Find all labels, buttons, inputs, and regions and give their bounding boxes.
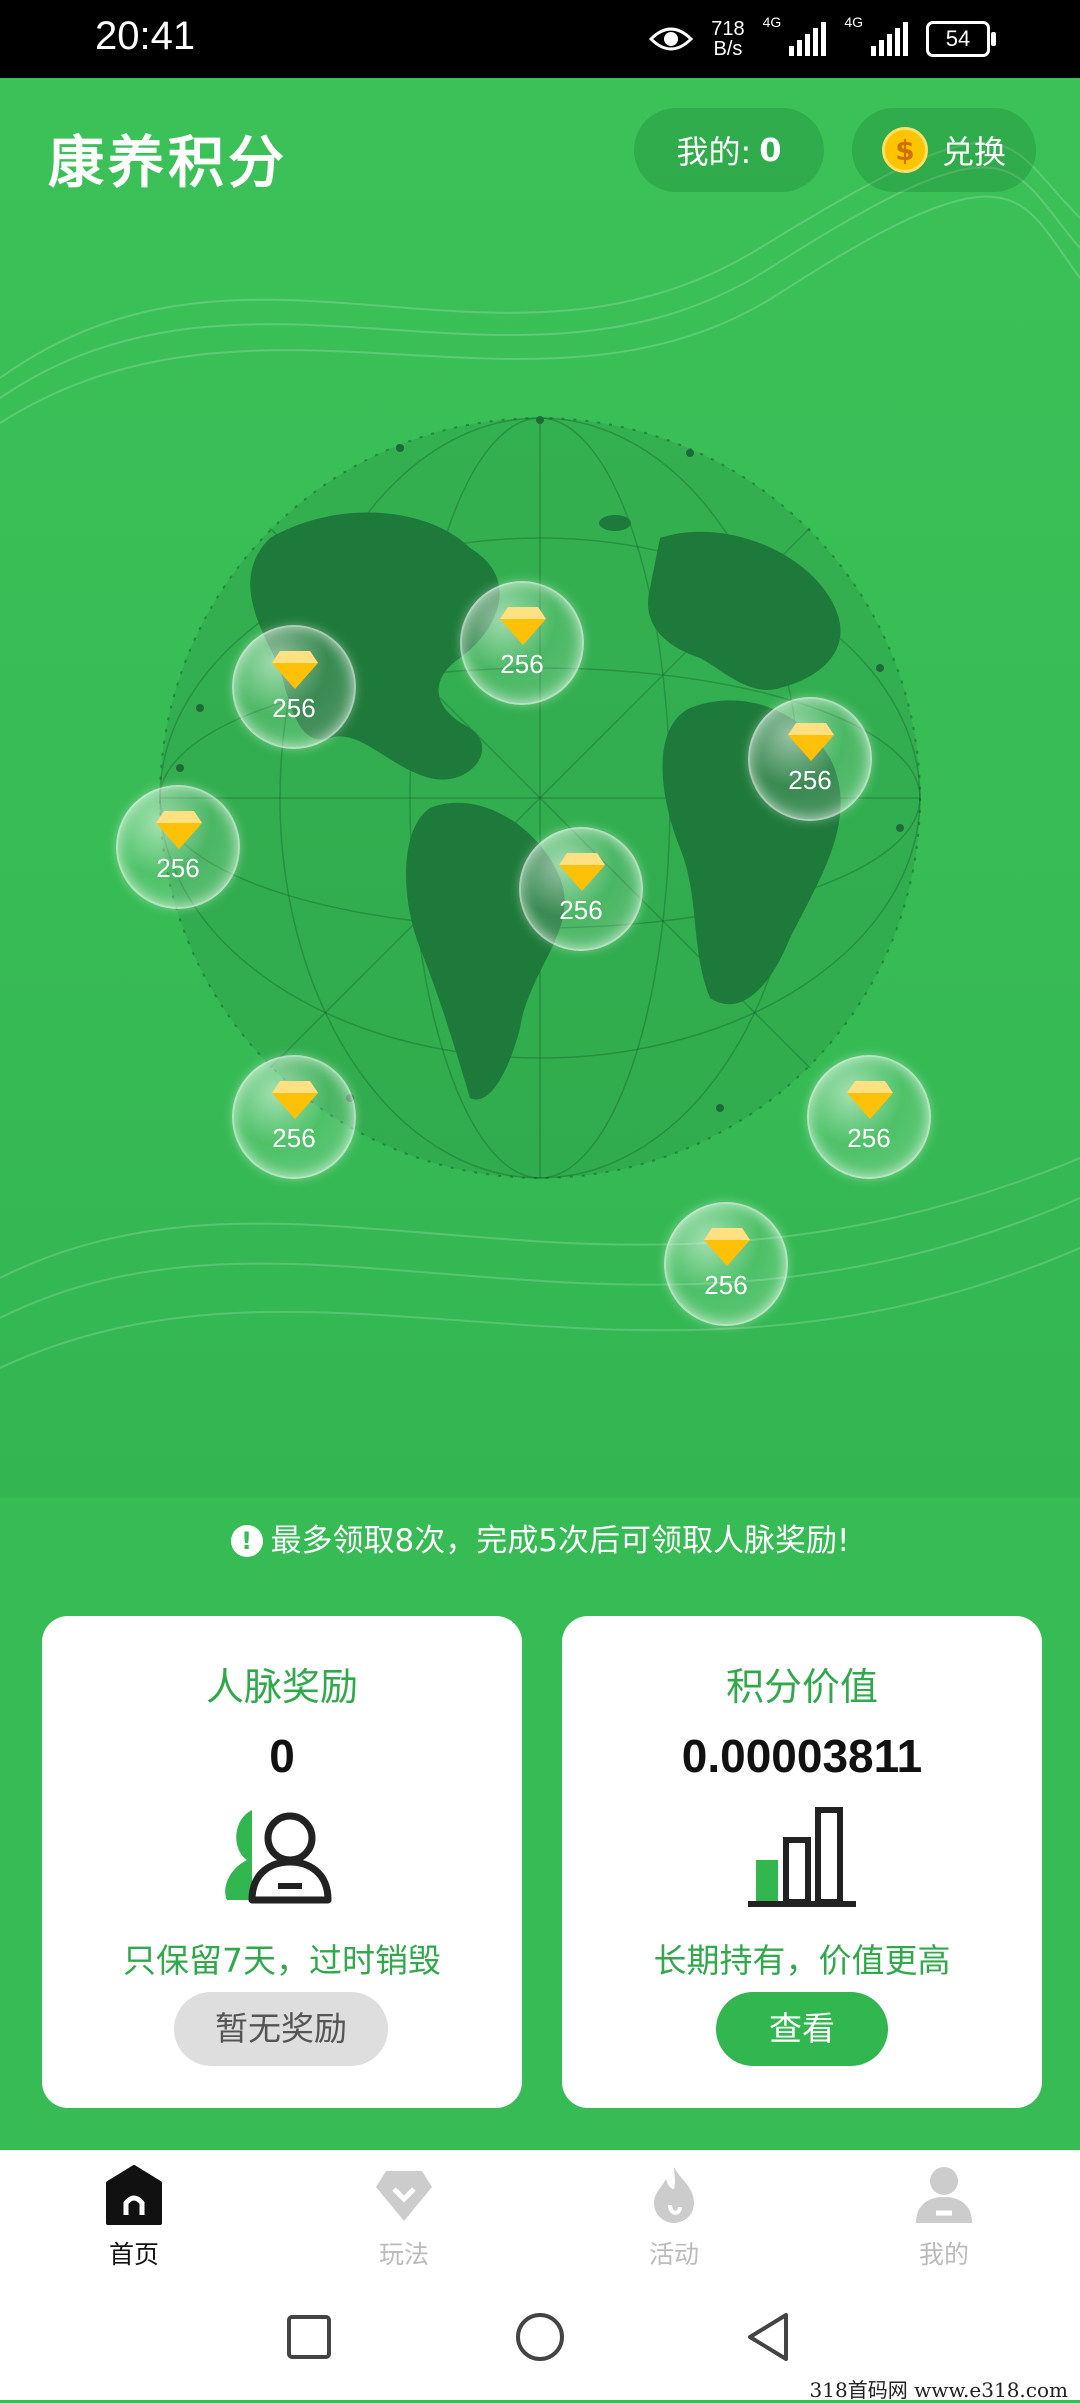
card-title: 人脉奖励 bbox=[205, 1665, 358, 1709]
status-icons: 718 B/s 4G 4G 54 bbox=[649, 14, 996, 64]
bar-chart-icon bbox=[748, 1807, 856, 1907]
signal-icon bbox=[871, 22, 908, 56]
tab-label: 首页 bbox=[108, 2240, 159, 2269]
tab-label: 玩法 bbox=[378, 2240, 429, 2269]
hero-area: 康养积分 我的: 0 $ 兑换 256 256 256 256 256 256 … bbox=[0, 78, 1080, 1498]
diamond-icon bbox=[704, 1228, 750, 1266]
points-value-card: 积分价值 0.00003811 长期持有，价值更高 查看 bbox=[562, 1616, 1042, 2108]
card-value: 0.00003811 bbox=[681, 1730, 923, 1782]
network-speed: 718 B/s bbox=[711, 19, 744, 59]
coin-icon: $ bbox=[881, 127, 928, 173]
reward-bubble[interactable]: 256 bbox=[519, 827, 643, 951]
no-reward-button[interactable]: 暂无奖励 bbox=[174, 1992, 388, 2066]
bubble-value: 256 bbox=[272, 1123, 316, 1153]
reward-bubble[interactable]: 256 bbox=[807, 1055, 931, 1179]
battery-icon: 54 bbox=[926, 21, 996, 57]
status-bar: 20:41 718 B/s 4G 4G 54 bbox=[0, 0, 1080, 78]
net-speed-unit: B/s bbox=[713, 38, 743, 60]
bubble-value: 256 bbox=[156, 853, 200, 883]
card-note: 只保留7天，过时销毁 bbox=[123, 1941, 441, 1980]
tab-activity[interactable]: 活动 bbox=[614, 2165, 734, 2271]
signal-icon bbox=[789, 22, 827, 56]
card-value: 0 bbox=[269, 1730, 295, 1782]
back-icon[interactable] bbox=[744, 2311, 792, 2363]
flame-icon bbox=[654, 2167, 694, 2223]
my-points-value: 0 bbox=[759, 131, 782, 169]
alert-icon: ! bbox=[230, 1525, 263, 1557]
diamond-icon bbox=[847, 1081, 893, 1119]
bubble-value: 256 bbox=[704, 1270, 748, 1300]
user-icon bbox=[225, 1810, 332, 1904]
exchange-label: 兑换 bbox=[941, 133, 1006, 171]
tab-home[interactable]: 首页 bbox=[74, 2165, 194, 2271]
network-reward-card: 人脉奖励 0 只保留7天，过时销毁 暂无奖励 bbox=[42, 1616, 522, 2108]
reward-bubble[interactable]: 256 bbox=[116, 785, 240, 909]
reward-bubble[interactable]: 256 bbox=[748, 697, 872, 821]
bubble-value: 256 bbox=[272, 693, 316, 723]
sim2-type: 4G bbox=[844, 14, 863, 30]
status-time: 20:41 bbox=[95, 14, 196, 58]
my-points-label: 我的: bbox=[676, 133, 752, 171]
tab-label: 我的 bbox=[918, 2240, 969, 2269]
card-title: 积分价值 bbox=[725, 1665, 878, 1709]
bottom-tab-bar: 首页 玩法 活动 我的 bbox=[0, 2150, 1080, 2279]
tab-mine[interactable]: 我的 bbox=[884, 2165, 1004, 2271]
home-nav-icon[interactable] bbox=[514, 2311, 566, 2363]
home-icon bbox=[106, 2165, 162, 2225]
diamond-icon bbox=[788, 723, 834, 761]
reward-bubble[interactable]: 256 bbox=[460, 581, 584, 705]
page-title: 康养积分 bbox=[48, 131, 288, 196]
diamond-icon bbox=[272, 651, 318, 689]
diamond-icon bbox=[500, 607, 546, 645]
user-icon bbox=[916, 2167, 972, 2223]
exchange-button[interactable]: $ 兑换 bbox=[852, 108, 1036, 192]
diamond-icon bbox=[376, 2171, 432, 2221]
view-button[interactable]: 查看 bbox=[716, 1992, 888, 2066]
reward-bubble[interactable]: 256 bbox=[232, 625, 356, 749]
reward-bubble[interactable]: 256 bbox=[232, 1055, 356, 1179]
diamond-icon bbox=[272, 1081, 318, 1119]
watermark: 318首码网 www.e318.com bbox=[809, 2378, 1068, 2402]
my-points-button[interactable]: 我的: 0 bbox=[634, 108, 824, 192]
recents-icon[interactable] bbox=[285, 2313, 333, 2361]
bubble-value: 256 bbox=[847, 1123, 891, 1153]
eye-icon bbox=[649, 27, 694, 51]
tab-gameplay[interactable]: 玩法 bbox=[344, 2165, 464, 2271]
bubble-value: 256 bbox=[788, 765, 832, 795]
sim1-type: 4G bbox=[762, 14, 782, 30]
reward-bubble[interactable]: 256 bbox=[664, 1202, 788, 1326]
diamond-icon bbox=[559, 853, 605, 891]
bubble-value: 256 bbox=[559, 895, 603, 925]
diamond-icon bbox=[156, 811, 202, 849]
tab-label: 活动 bbox=[648, 2240, 699, 2269]
notice-message: 最多领取8次，完成5次后可领取人脉奖励! bbox=[270, 1523, 850, 1559]
net-speed-value: 718 bbox=[711, 18, 745, 40]
bubble-value: 256 bbox=[500, 649, 544, 679]
card-note: 长期持有，价值更高 bbox=[653, 1941, 951, 1980]
notice-text: ! 最多领取8次，完成5次后可领取人脉奖励! bbox=[0, 1515, 1080, 1560]
